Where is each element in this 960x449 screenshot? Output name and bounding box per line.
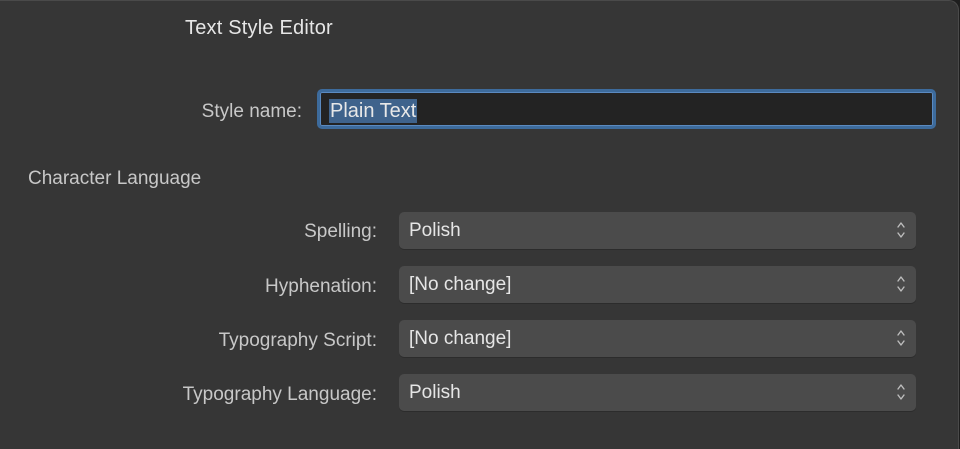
typography-language-label: Typography Language:: [182, 384, 377, 405]
hyphenation-popup[interactable]: [No change]: [399, 266, 916, 303]
chevron-up-down-icon: [897, 330, 905, 346]
style-name-value[interactable]: Plain Text: [329, 99, 418, 123]
chevron-up-down-icon: [897, 222, 905, 238]
spelling-label: Spelling:: [304, 221, 377, 242]
style-name-field[interactable]: Plain Text: [317, 89, 936, 129]
text-style-editor-window: Text Style Editor Style name: Plain Text…: [0, 0, 959, 449]
hyphenation-label: Hyphenation:: [265, 276, 377, 297]
typography-script-label: Typography Script:: [218, 330, 377, 351]
typography-language-popup[interactable]: Polish: [399, 374, 916, 411]
spelling-value: Polish: [409, 220, 461, 241]
typography-script-value: [No change]: [409, 328, 512, 349]
chevron-up-down-icon: [897, 276, 905, 292]
character-language-heading: Character Language: [28, 168, 202, 189]
chevron-up-down-icon: [897, 384, 905, 400]
spelling-popup[interactable]: Polish: [399, 212, 916, 249]
hyphenation-value: [No change]: [409, 274, 512, 295]
typography-script-popup[interactable]: [No change]: [399, 320, 916, 357]
style-name-label: Style name:: [201, 101, 302, 122]
window-title: Text Style Editor: [185, 17, 333, 39]
typography-language-value: Polish: [409, 382, 461, 403]
